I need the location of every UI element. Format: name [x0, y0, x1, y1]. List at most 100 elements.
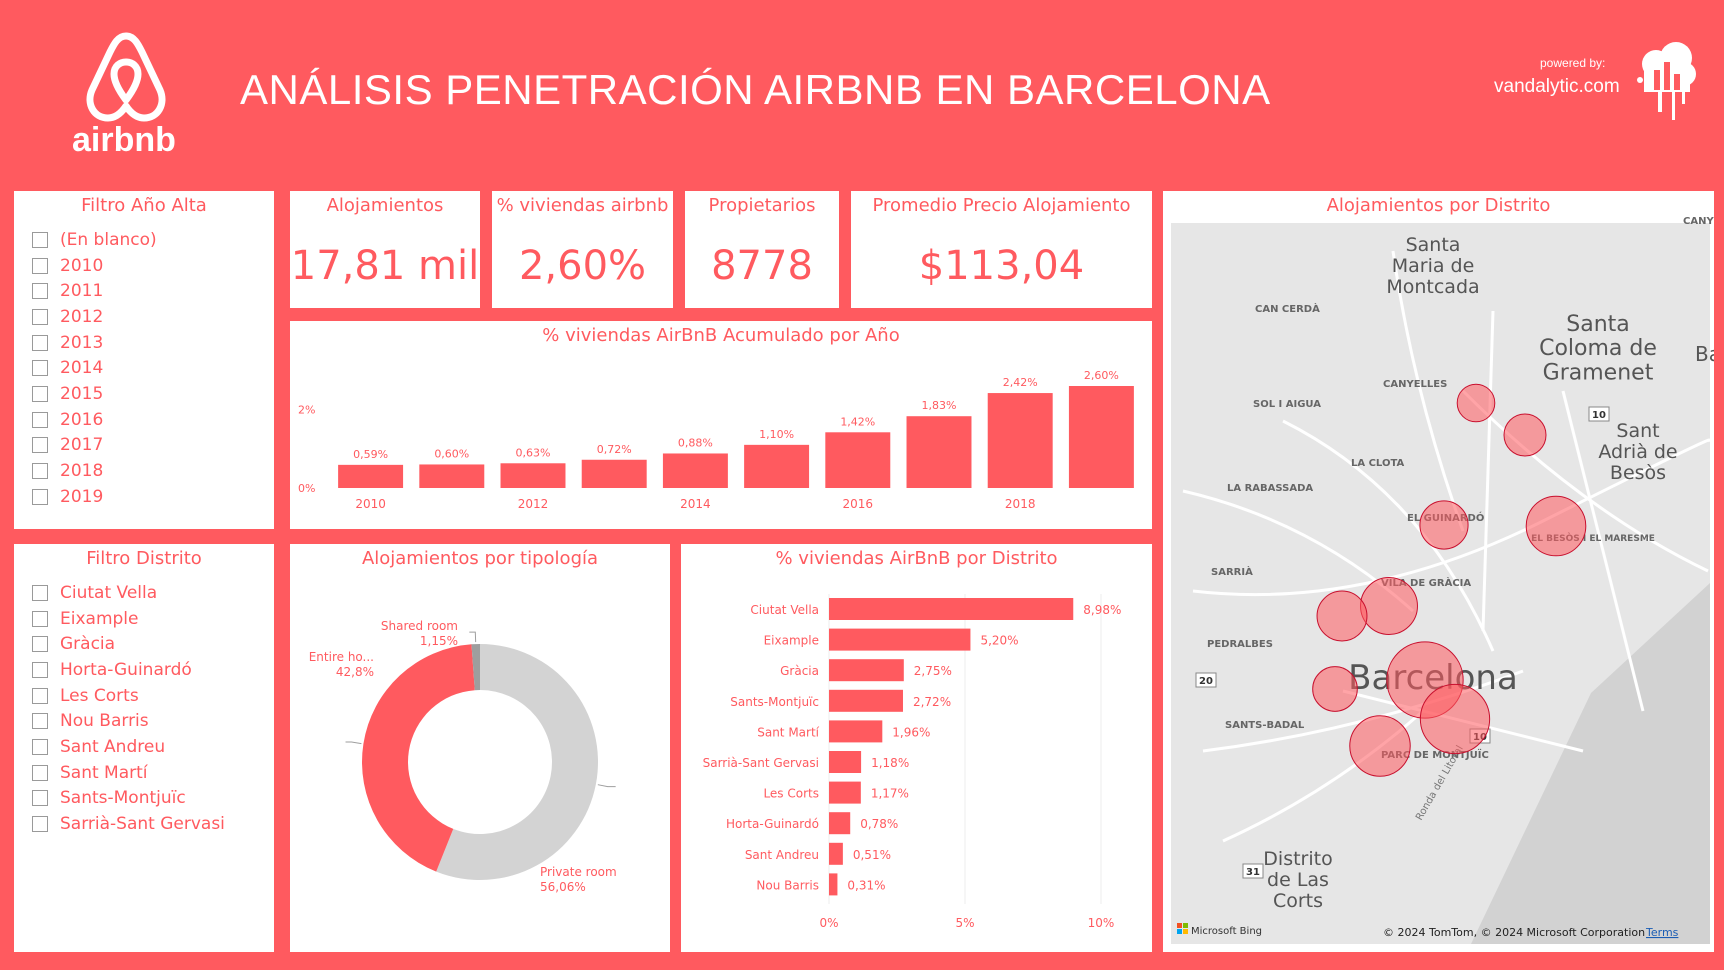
checkbox[interactable]: [32, 687, 48, 704]
x-tick-label: 2014: [680, 497, 711, 511]
district-category-label: Sant Martí: [757, 725, 819, 739]
filter-district-item[interactable]: Les Corts: [32, 683, 225, 709]
district-map[interactable]: Santa Maria de MontcadaSanta Coloma de Grame…: [1163, 191, 1714, 952]
district-bar[interactable]: [829, 751, 862, 773]
checkbox[interactable]: [32, 411, 48, 428]
checkbox[interactable]: [32, 816, 48, 833]
filter-year-item[interactable]: 2019: [32, 484, 157, 510]
year-bar-data-label: 2,42%: [1003, 376, 1038, 389]
checkbox[interactable]: [32, 713, 48, 730]
district-bubble[interactable]: [1525, 495, 1587, 557]
district-category-label: Ciutat Vella: [750, 603, 819, 617]
filter-year-item[interactable]: 2015: [32, 381, 157, 407]
checkbox[interactable]: [32, 283, 48, 300]
filter-year-item[interactable]: 2018: [32, 458, 157, 484]
filter-district-item[interactable]: Eixample: [32, 606, 225, 632]
checkbox[interactable]: [32, 463, 48, 480]
filter-district-item-label: Sarrià-Sant Gervasi: [60, 814, 225, 835]
filter-year-item[interactable]: 2010: [32, 253, 157, 279]
map-area-label: SARRIÀ: [1211, 565, 1253, 578]
checkbox[interactable]: [32, 257, 48, 274]
district-bubble[interactable]: [1456, 383, 1496, 423]
district-bubble[interactable]: [1419, 500, 1469, 550]
map-place-label: Distrito de Las Corts: [1263, 848, 1332, 912]
map-area-label: SANTS-BADAL: [1225, 720, 1305, 731]
district-bar[interactable]: [829, 598, 1074, 620]
checkbox[interactable]: [32, 610, 48, 627]
filter-year-item[interactable]: 2014: [32, 355, 157, 381]
map-area-label: LA CLOTA: [1351, 458, 1404, 469]
checkbox[interactable]: [32, 488, 48, 505]
year-bar[interactable]: [987, 393, 1053, 488]
checkbox[interactable]: [32, 636, 48, 653]
district-category-label: Gràcia: [780, 664, 819, 678]
typology-donut-chart: Private room56,06% Entire ho...42,8% Share…: [309, 619, 617, 894]
district-bubble[interactable]: [1316, 590, 1368, 642]
filter-district-panel: Filtro Distrito Ciutat Vella Eixample Gràc…: [14, 544, 274, 952]
filter-district-item-label: Sant Andreu: [60, 736, 166, 757]
year-bar[interactable]: [906, 416, 972, 488]
district-bar[interactable]: [829, 842, 843, 865]
filter-district-item[interactable]: Ciutat Vella: [32, 580, 225, 606]
filter-year-item[interactable]: 2017: [32, 433, 157, 459]
checkbox[interactable]: [32, 308, 48, 325]
district-bubble[interactable]: [1312, 666, 1358, 712]
filter-year-item[interactable]: 2013: [32, 330, 157, 356]
checkbox[interactable]: [32, 231, 48, 248]
filter-year-item[interactable]: 2016: [32, 407, 157, 433]
checkbox[interactable]: [32, 385, 48, 402]
checkbox[interactable]: [32, 360, 48, 377]
filter-district-item[interactable]: Sarrià-Sant Gervasi: [32, 811, 225, 837]
district-bar[interactable]: [829, 659, 904, 682]
year-bar[interactable]: [662, 453, 728, 488]
checkbox[interactable]: [32, 790, 48, 807]
district-bar[interactable]: [829, 781, 861, 804]
district-bar[interactable]: [829, 812, 851, 835]
year-chart-panel: % viviendas AirBnB Acumulado por Año 0% 2…: [290, 321, 1152, 529]
district-bar[interactable]: [829, 628, 971, 651]
checkbox[interactable]: [32, 584, 48, 601]
district-bar[interactable]: [829, 720, 883, 743]
checkbox[interactable]: [32, 334, 48, 351]
filter-district-item[interactable]: Gràcia: [32, 631, 225, 657]
district-bubble[interactable]: [1349, 715, 1411, 777]
district-bubble[interactable]: [1360, 577, 1418, 635]
district-bubble[interactable]: [1419, 683, 1491, 755]
year-bar[interactable]: [744, 444, 810, 488]
filter-year-item[interactable]: 2011: [32, 278, 157, 304]
map-area-label: CANYELLES: [1383, 379, 1447, 390]
year-bar[interactable]: [500, 463, 566, 488]
y-tick-label: 2%: [298, 404, 315, 417]
donut-leader-line: [597, 784, 616, 788]
checkbox[interactable]: [32, 661, 48, 678]
filter-district-item[interactable]: Nou Barris: [32, 708, 225, 734]
year-bar[interactable]: [581, 459, 647, 488]
year-bar[interactable]: [338, 464, 404, 488]
year-bar-data-label: 0,63%: [516, 446, 551, 459]
filter-district-item[interactable]: Sant Andreu: [32, 734, 225, 760]
checkbox[interactable]: [32, 764, 48, 781]
district-bar[interactable]: [829, 689, 903, 712]
year-bar[interactable]: [419, 464, 485, 488]
filter-year-item-label: 2013: [60, 332, 104, 353]
filter-year-item[interactable]: (En blanco): [32, 227, 157, 253]
year-bar[interactable]: [825, 432, 891, 488]
airbnb-belo-icon: [86, 32, 166, 122]
map-area-label: CAN CERDÀ: [1255, 302, 1320, 315]
map-terms-link[interactable]: Terms: [1645, 926, 1679, 939]
bing-logo-icon: [1183, 923, 1188, 928]
year-bar[interactable]: [1068, 386, 1134, 488]
checkbox[interactable]: [32, 437, 48, 454]
filter-district-item[interactable]: Sants-Montjuïc: [32, 786, 225, 812]
filter-district-item[interactable]: Sant Martí: [32, 760, 225, 786]
donut-category-label: Shared room: [381, 619, 458, 633]
district-bubble[interactable]: [1503, 413, 1547, 457]
filter-year-item[interactable]: 2012: [32, 304, 157, 330]
filter-district-title: Filtro Distrito: [86, 548, 202, 569]
checkbox[interactable]: [32, 738, 48, 755]
kpi-precio-value: $113,04: [918, 243, 1085, 289]
district-bar-data-label: 0,51%: [853, 848, 891, 862]
filter-district-list: Ciutat Vella Eixample Gràcia Horta-Guinardó…: [32, 580, 225, 837]
district-bar[interactable]: [829, 873, 838, 896]
filter-district-item[interactable]: Horta-Guinardó: [32, 657, 225, 683]
